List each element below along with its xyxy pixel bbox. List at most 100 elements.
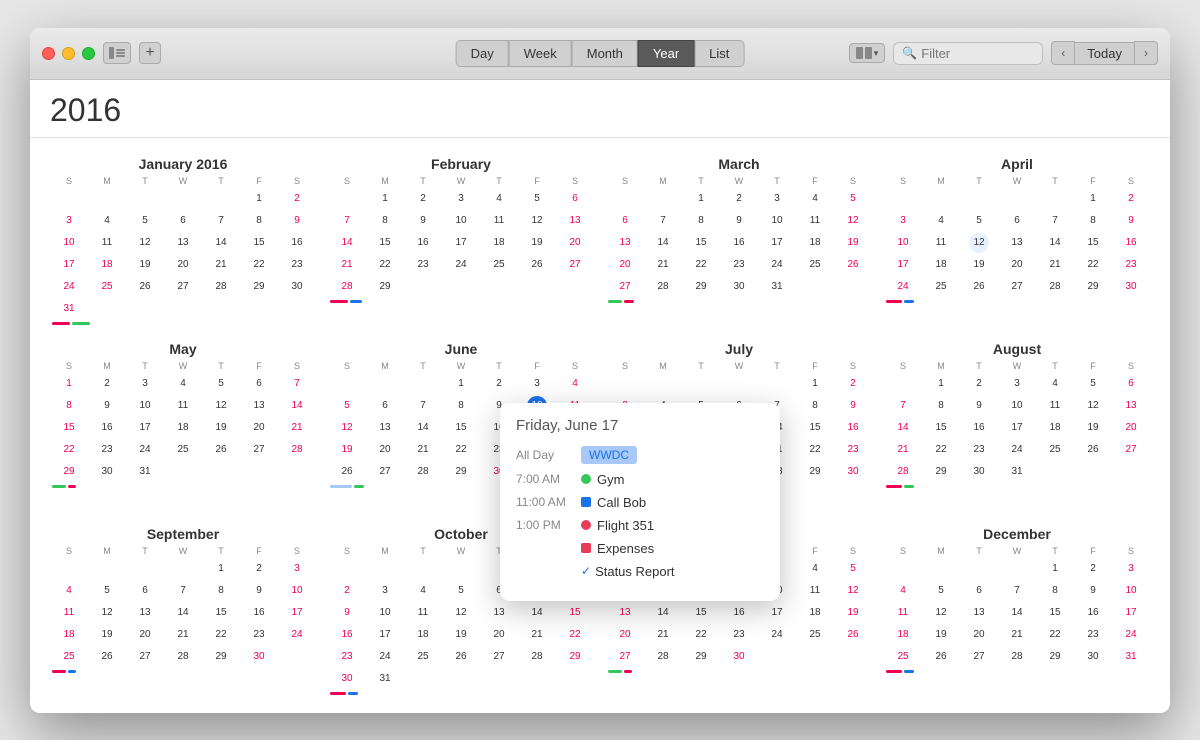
cal-day[interactable]: 30 — [249, 647, 269, 667]
cal-day[interactable]: 30 — [729, 647, 749, 667]
cal-day[interactable]: 6 — [173, 211, 193, 231]
cal-day[interactable]: 4 — [1045, 374, 1065, 394]
popup-event-callbob[interactable]: 11:00 AM Call Bob — [516, 495, 764, 510]
cal-day[interactable]: 6 — [249, 374, 269, 394]
cal-day[interactable]: 25 — [931, 277, 951, 297]
cal-day[interactable]: 29 — [565, 647, 585, 667]
cal-day[interactable]: 11 — [97, 233, 117, 253]
cal-day[interactable]: 21 — [893, 440, 913, 460]
cal-day[interactable]: 9 — [729, 211, 749, 231]
cal-day[interactable]: 19 — [1083, 418, 1103, 438]
cal-day[interactable]: 7 — [893, 396, 913, 416]
cal-day[interactable]: 30 — [729, 277, 749, 297]
cal-day[interactable]: 30 — [843, 462, 863, 482]
cal-day[interactable]: 27 — [969, 647, 989, 667]
cal-day[interactable]: 17 — [59, 255, 79, 275]
cal-day[interactable]: 19 — [211, 418, 231, 438]
cal-day[interactable]: 21 — [653, 255, 673, 275]
cal-day[interactable]: 27 — [1007, 277, 1027, 297]
cal-day[interactable]: 29 — [249, 277, 269, 297]
cal-day[interactable]: 7 — [211, 211, 231, 231]
cal-day[interactable]: 17 — [451, 233, 471, 253]
cal-day[interactable]: 20 — [173, 255, 193, 275]
cal-day[interactable]: 28 — [1007, 647, 1027, 667]
cal-day[interactable]: 15 — [691, 603, 711, 623]
cal-day[interactable]: 24 — [767, 255, 787, 275]
cal-day[interactable]: 26 — [337, 462, 357, 482]
cal-day[interactable]: 4 — [931, 211, 951, 231]
cal-day[interactable]: 9 — [1083, 581, 1103, 601]
cal-day[interactable]: 29 — [691, 277, 711, 297]
cal-day[interactable]: 24 — [287, 625, 307, 645]
cal-day[interactable]: 14 — [1045, 233, 1065, 253]
cal-day[interactable]: 20 — [375, 440, 395, 460]
cal-day[interactable]: 20 — [489, 625, 509, 645]
cal-day[interactable]: 3 — [527, 374, 547, 394]
cal-day[interactable]: 5 — [843, 189, 863, 209]
cal-day[interactable]: 10 — [375, 603, 395, 623]
cal-day[interactable]: 1 — [249, 189, 269, 209]
cal-day[interactable]: 20 — [615, 625, 635, 645]
cal-day[interactable]: 3 — [135, 374, 155, 394]
cal-day[interactable]: 7 — [1007, 581, 1027, 601]
cal-day[interactable]: 17 — [135, 418, 155, 438]
cal-day[interactable]: 9 — [337, 603, 357, 623]
cal-day[interactable]: 23 — [969, 440, 989, 460]
cal-day[interactable]: 29 — [211, 647, 231, 667]
cal-day[interactable]: 31 — [767, 277, 787, 297]
cal-day[interactable]: 8 — [1045, 581, 1065, 601]
cal-day[interactable]: 12 — [451, 603, 471, 623]
cal-day[interactable]: 24 — [767, 625, 787, 645]
cal-day[interactable]: 25 — [173, 440, 193, 460]
cal-day[interactable]: 30 — [97, 462, 117, 482]
cal-day[interactable]: 20 — [615, 255, 635, 275]
cal-day[interactable]: 5 — [969, 211, 989, 231]
cal-day[interactable]: 21 — [413, 440, 433, 460]
cal-day[interactable]: 13 — [135, 603, 155, 623]
close-button[interactable] — [42, 47, 55, 60]
cal-day[interactable]: 2 — [489, 374, 509, 394]
cal-day[interactable]: 15 — [691, 233, 711, 253]
cal-day[interactable]: 6 — [615, 211, 635, 231]
cal-day[interactable]: 2 — [1121, 189, 1141, 209]
cal-day[interactable]: 5 — [97, 581, 117, 601]
cal-day[interactable]: 22 — [691, 255, 711, 275]
cal-day[interactable]: 29 — [805, 462, 825, 482]
cal-day[interactable]: 14 — [337, 233, 357, 253]
cal-day[interactable]: 19 — [451, 625, 471, 645]
cal-day[interactable]: 6 — [375, 396, 395, 416]
cal-day[interactable]: 11 — [931, 233, 951, 253]
cal-day[interactable]: 12 — [843, 211, 863, 231]
cal-day[interactable]: 25 — [59, 647, 79, 667]
cal-day[interactable]: 26 — [1083, 440, 1103, 460]
list-view-button[interactable]: List — [694, 40, 744, 67]
cal-day[interactable]: 13 — [615, 603, 635, 623]
cal-day[interactable]: 14 — [653, 603, 673, 623]
cal-day[interactable]: 27 — [173, 277, 193, 297]
cal-day[interactable]: 26 — [969, 277, 989, 297]
cal-day[interactable]: 14 — [653, 233, 673, 253]
cal-day[interactable]: 15 — [1083, 233, 1103, 253]
cal-day[interactable]: 2 — [249, 559, 269, 579]
cal-day[interactable]: 19 — [527, 233, 547, 253]
cal-day[interactable]: 1 — [805, 374, 825, 394]
cal-day[interactable]: 22 — [565, 625, 585, 645]
cal-day[interactable]: 29 — [451, 462, 471, 482]
add-event-button[interactable]: + — [139, 42, 161, 64]
cal-day[interactable]: 28 — [173, 647, 193, 667]
cal-day[interactable]: 7 — [413, 396, 433, 416]
cal-day[interactable]: 20 — [1007, 255, 1027, 275]
search-input[interactable] — [921, 46, 1034, 61]
cal-day[interactable]: 7 — [653, 211, 673, 231]
next-year-button[interactable]: › — [1134, 41, 1158, 65]
cal-day[interactable]: 15 — [211, 603, 231, 623]
cal-day[interactable]: 16 — [843, 418, 863, 438]
cal-day[interactable]: 27 — [135, 647, 155, 667]
today-button[interactable]: Today — [1075, 42, 1134, 65]
cal-day[interactable]: 4 — [173, 374, 193, 394]
cal-day[interactable]: 16 — [97, 418, 117, 438]
cal-day[interactable]: 23 — [97, 440, 117, 460]
cal-day[interactable]: 10 — [287, 581, 307, 601]
cal-day[interactable]: 1 — [1083, 189, 1103, 209]
cal-day[interactable]: 8 — [1083, 211, 1103, 231]
